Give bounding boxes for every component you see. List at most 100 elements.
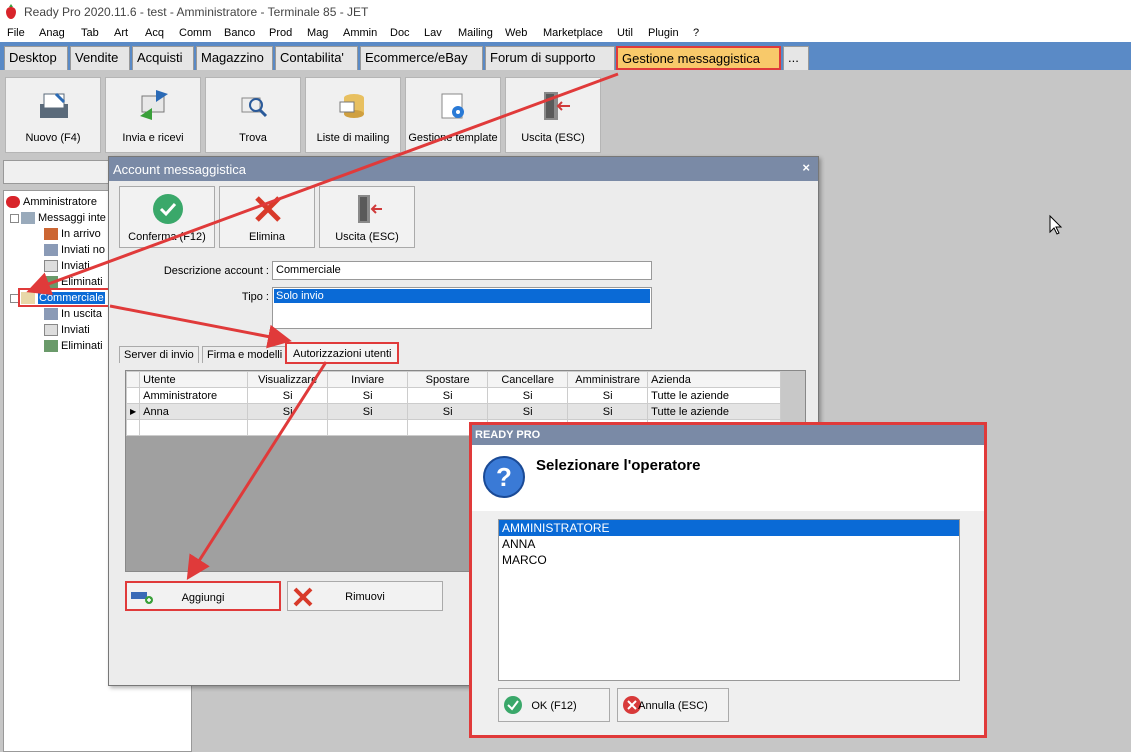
- cell-visualizzare[interactable]: Si: [247, 403, 329, 420]
- cell-azienda[interactable]: Tutte le aziende: [647, 387, 781, 404]
- cell-amministrare[interactable]: Si: [567, 387, 649, 404]
- tree-outbox-label: In uscita: [61, 308, 102, 320]
- add-button[interactable]: Aggiungi: [125, 581, 281, 611]
- cell-cancellare[interactable]: Si: [487, 403, 569, 420]
- type-list[interactable]: Solo invio: [272, 287, 652, 329]
- tab-forum[interactable]: Forum di supporto: [485, 46, 615, 70]
- menu-ammin[interactable]: Ammin: [343, 27, 377, 39]
- col-utente[interactable]: Utente: [139, 371, 249, 388]
- operator-list[interactable]: AMMINISTRATORE ANNA MARCO: [498, 519, 960, 681]
- tab-more[interactable]: ...: [783, 46, 809, 70]
- confirm-button[interactable]: Conferma (F12): [119, 186, 215, 248]
- mailbox-icon: [21, 212, 35, 225]
- cell-amministrare[interactable]: Si: [567, 403, 649, 420]
- tab-magazzino[interactable]: Magazzino: [196, 46, 273, 70]
- cell-utente[interactable]: Amministratore: [139, 387, 249, 404]
- menu-anag[interactable]: Anag: [39, 27, 65, 39]
- menu-util[interactable]: Util: [617, 27, 633, 39]
- send-receive-button[interactable]: Invia e ricevi: [105, 77, 201, 153]
- dialog-exit-button[interactable]: Uscita (ESC): [319, 186, 415, 248]
- tree-sent[interactable]: Inviati: [44, 260, 90, 273]
- tab-vendite[interactable]: Vendite: [70, 46, 130, 70]
- menu-plugin[interactable]: Plugin: [648, 27, 679, 39]
- tree-sent-not[interactable]: Inviati no: [44, 244, 106, 257]
- exit-label: Uscita (ESC): [521, 132, 585, 144]
- tree-deleted[interactable]: Eliminati: [44, 276, 103, 289]
- menu-bar: File Anag Tab Art Acq Comm Banco Prod Ma…: [0, 24, 1131, 42]
- menu-comm[interactable]: Comm: [179, 27, 211, 39]
- menu-help[interactable]: ?: [693, 27, 699, 39]
- tab-gestione-messaggistica[interactable]: Gestione messaggistica: [616, 46, 781, 70]
- col-spostare[interactable]: Spostare: [407, 371, 489, 388]
- cell-utente[interactable]: Anna: [139, 403, 249, 420]
- template-button[interactable]: Gestione template: [405, 77, 501, 153]
- new-button[interactable]: Nuovo (F4): [5, 77, 101, 153]
- tab-acquisti[interactable]: Acquisti: [132, 46, 194, 70]
- table-row[interactable]: Amministratore Si Si Si Si Si Tutte le a…: [125, 387, 781, 404]
- tab-contabilita[interactable]: Contabilita': [275, 46, 358, 70]
- menu-doc[interactable]: Doc: [390, 27, 410, 39]
- menu-acq[interactable]: Acq: [145, 27, 164, 39]
- menu-tab[interactable]: Tab: [81, 27, 99, 39]
- new-message-icon: [40, 92, 68, 118]
- find-button[interactable]: Trova: [205, 77, 301, 153]
- tab-ecommerce[interactable]: Ecommerce/eBay: [360, 46, 483, 70]
- tree-messages[interactable]: Messaggi inte: [10, 212, 106, 225]
- menu-art[interactable]: Art: [114, 27, 128, 39]
- col-cancellare[interactable]: Cancellare: [487, 371, 569, 388]
- cancel-button[interactable]: Annulla (ESC): [617, 688, 729, 722]
- type-option-selected[interactable]: Solo invio: [274, 289, 650, 303]
- menu-mailing[interactable]: Mailing: [458, 27, 493, 39]
- operator-option-anna[interactable]: ANNA: [499, 536, 959, 552]
- tree-deleted-2[interactable]: Eliminati: [44, 340, 103, 353]
- dialog-exit-label: Uscita (ESC): [335, 231, 399, 243]
- remove-button[interactable]: Rimuovi: [287, 581, 443, 611]
- cell-inviare[interactable]: Si: [327, 387, 409, 404]
- picker-content: AMMINISTRATORE ANNA MARCO OK (F12) Annul…: [472, 511, 984, 735]
- cell-visualizzare[interactable]: Si: [247, 387, 329, 404]
- find-icon: [241, 97, 268, 118]
- template-gear-icon: [441, 93, 464, 119]
- tree-sent-2[interactable]: Inviati: [44, 324, 90, 337]
- cell-inviare[interactable]: Si: [327, 403, 409, 420]
- tab-desktop[interactable]: Desktop: [4, 46, 68, 70]
- cell-cancellare[interactable]: Si: [487, 387, 569, 404]
- menu-marketplace[interactable]: Marketplace: [543, 27, 603, 39]
- tree-root[interactable]: Amministratore: [6, 196, 97, 209]
- menu-web[interactable]: Web: [505, 27, 527, 39]
- tree-deleted-label: Eliminati: [61, 276, 103, 288]
- col-inviare[interactable]: Inviare: [327, 371, 409, 388]
- menu-banco[interactable]: Banco: [224, 27, 255, 39]
- menu-lav[interactable]: Lav: [424, 27, 442, 39]
- exit-button[interactable]: Uscita (ESC): [505, 77, 601, 153]
- tab-firma-modelli[interactable]: Firma e modelli: [202, 346, 288, 363]
- tree-sent-not-label: Inviati no: [61, 244, 106, 256]
- cell-spostare[interactable]: Si: [407, 403, 489, 420]
- operator-option-marco[interactable]: MARCO: [499, 552, 959, 568]
- tab-server-di-invio[interactable]: Server di invio: [119, 346, 199, 363]
- tree-search-field[interactable]: [3, 160, 113, 184]
- dialog-close-button[interactable]: ×: [802, 160, 810, 175]
- delete-button[interactable]: Elimina: [219, 186, 315, 248]
- tree-inbox[interactable]: In arrivo: [44, 228, 101, 241]
- row-pointer-icon: ▶: [125, 403, 141, 420]
- mailing-lists-button[interactable]: Liste di mailing: [305, 77, 401, 153]
- menu-file[interactable]: File: [7, 27, 25, 39]
- collapse-icon: [10, 213, 19, 223]
- cell-azienda[interactable]: Tutte le aziende: [647, 403, 781, 420]
- description-input[interactable]: Commerciale: [272, 261, 652, 280]
- tree-outbox[interactable]: In uscita: [44, 308, 102, 321]
- menu-mag[interactable]: Mag: [307, 27, 328, 39]
- col-azienda[interactable]: Azienda: [647, 371, 781, 388]
- ok-button[interactable]: OK (F12): [498, 688, 610, 722]
- operator-option-amministratore[interactable]: AMMINISTRATORE: [499, 520, 959, 536]
- type-label: Tipo :: [241, 291, 269, 303]
- table-row[interactable]: ▶ Anna Si Si Si Si Si Tutte le aziende: [125, 403, 781, 420]
- send-icon: [44, 244, 58, 257]
- cell-spostare[interactable]: Si: [407, 387, 489, 404]
- menu-prod[interactable]: Prod: [269, 27, 292, 39]
- tab-autorizzazioni-utenti[interactable]: Autorizzazioni utenti: [285, 342, 400, 364]
- col-visualizzare[interactable]: Visualizzare: [247, 371, 329, 388]
- col-amministrare[interactable]: Amministrare: [567, 371, 649, 388]
- delete-x-icon: [255, 196, 281, 222]
